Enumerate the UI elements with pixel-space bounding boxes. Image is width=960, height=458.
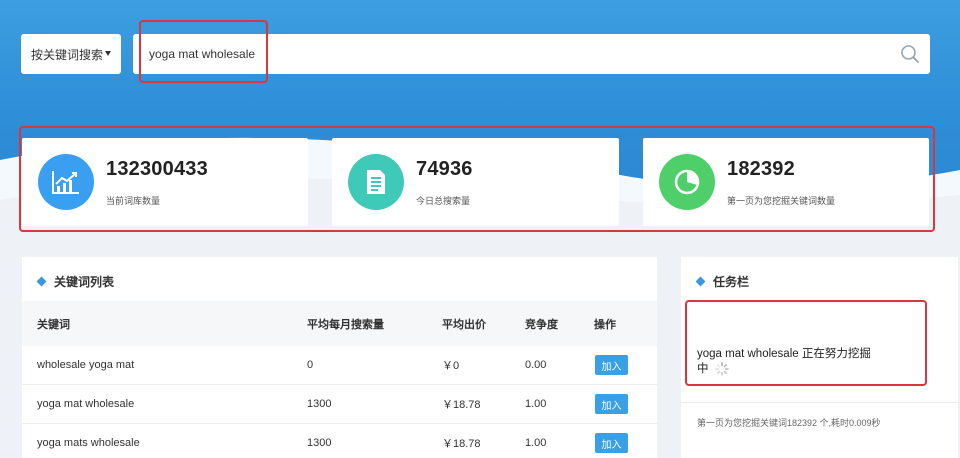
stat-value: 182392 <box>727 158 795 180</box>
table-row: yoga mats wholesale 1300 ￥18.78 1.00 加入 <box>22 424 657 458</box>
add-keyword-button[interactable]: 加入 <box>595 355 628 375</box>
stat-label: 当前词库数量 <box>106 196 161 206</box>
search-mode-label: 按关键词搜索 <box>31 47 104 62</box>
task-status-suffix: 中 <box>697 363 709 375</box>
avg-bid-cell: ￥18.78 <box>442 399 481 411</box>
keyword-list-panel: 关键词列表 关键词 平均每月搜索量 平均出价 竞争度 操作 wholesale … <box>22 257 657 458</box>
diamond-icon <box>36 276 47 286</box>
monthly-searches-cell: 1300 <box>307 398 332 410</box>
column-header-avg-bid: 平均出价 <box>442 318 486 331</box>
table-header: 关键词 平均每月搜索量 平均出价 竞争度 操作 <box>22 301 657 346</box>
column-header-action: 操作 <box>594 318 616 331</box>
search-input[interactable] <box>133 34 883 74</box>
search-box[interactable] <box>133 34 930 74</box>
loading-spinner-icon <box>714 362 729 376</box>
stat-label: 今日总搜索量 <box>416 196 471 206</box>
pie-chart-icon <box>659 154 715 210</box>
monthly-searches-cell: 0 <box>307 359 314 371</box>
stat-value: 74936 <box>416 158 473 180</box>
task-status-line-2: 中 <box>697 360 729 376</box>
search-mode-select[interactable]: 按关键词搜索 <box>21 34 121 74</box>
competition-cell: 1.00 <box>525 398 547 410</box>
panel-title: 任务栏 <box>695 273 750 289</box>
document-icon <box>348 154 404 210</box>
avg-bid-cell: ￥18.78 <box>442 438 481 450</box>
panel-title: 关键词列表 <box>36 273 115 289</box>
task-panel: 任务栏 yoga mat wholesale 正在努力挖掘 中 第一页为您挖掘关… <box>681 257 958 458</box>
stat-value: 132300433 <box>106 158 208 180</box>
keyword-cell: wholesale yoga mat <box>37 359 135 371</box>
table-row: yoga mat wholesale 1300 ￥18.78 1.00 加入 <box>22 385 657 424</box>
competition-cell: 0.00 <box>525 359 547 371</box>
stat-label: 第一页为您挖掘关键词数量 <box>727 196 836 206</box>
task-summary: 第一页为您挖掘关键词182392 个,耗时0.009秒 <box>697 418 881 428</box>
column-header-keyword: 关键词 <box>37 318 70 331</box>
chart-trend-icon <box>38 154 94 210</box>
add-keyword-button[interactable]: 加入 <box>595 394 628 414</box>
keyword-cell: yoga mats wholesale <box>37 437 140 449</box>
add-keyword-button[interactable]: 加入 <box>595 433 628 453</box>
keyword-cell: yoga mat wholesale <box>37 398 135 410</box>
task-status-line: yoga mat wholesale 正在努力挖掘 <box>697 348 871 360</box>
stat-card-mined-keywords: 182392 第一页为您挖掘关键词数量 <box>643 138 929 226</box>
diamond-icon <box>695 276 706 286</box>
search-icon[interactable] <box>900 44 920 64</box>
table-row: wholesale yoga mat 0 ￥0 0.00 加入 <box>22 346 657 385</box>
stat-card-daily-search: 74936 今日总搜索量 <box>332 138 619 226</box>
competition-cell: 1.00 <box>525 437 547 449</box>
stat-card-library: 132300433 当前词库数量 <box>22 138 308 226</box>
divider <box>681 402 958 403</box>
column-header-competition: 竞争度 <box>525 318 558 331</box>
caret-down-icon <box>105 51 111 56</box>
avg-bid-cell: ￥0 <box>442 360 460 372</box>
monthly-searches-cell: 1300 <box>307 437 332 449</box>
task-panel-title: 任务栏 <box>713 274 750 289</box>
column-header-monthly-searches: 平均每月搜索量 <box>307 318 384 331</box>
keyword-panel-title: 关键词列表 <box>54 274 115 289</box>
